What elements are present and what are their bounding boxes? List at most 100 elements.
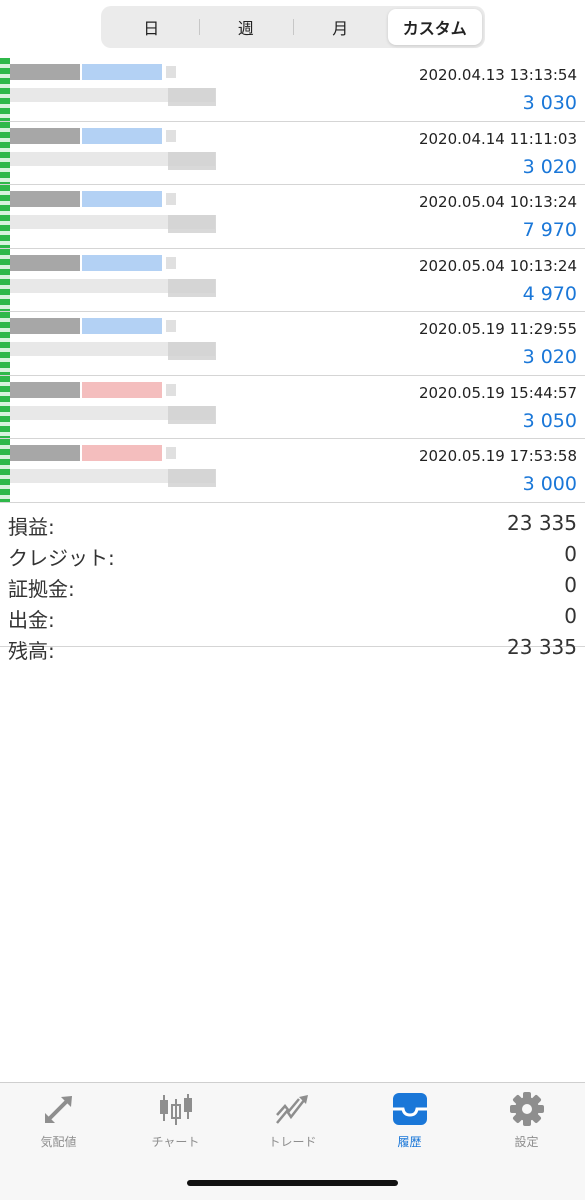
tab-quotes-label: 気配値 [40, 1135, 77, 1149]
tab-settings-label: 設定 [514, 1135, 539, 1149]
segment-month[interactable]: 月 [293, 9, 388, 45]
segment-day[interactable]: 日 [104, 9, 199, 45]
segment-custom[interactable]: カスタム [387, 9, 482, 45]
deal-time: 2020.04.14 11:11:03 [418, 129, 577, 148]
balance-label: 残高: [8, 639, 55, 663]
blurred-symbol [10, 318, 80, 334]
deposit-value: 0 [564, 573, 577, 597]
deal-profit: 3 050 [522, 409, 577, 432]
home-indicator [187, 1180, 398, 1186]
blurred-symbol [10, 191, 80, 207]
summary-row-deposit: 証拠金: 0 [0, 570, 585, 601]
blurred-price-end [168, 88, 216, 106]
deal-time: 2020.05.19 17:53:58 [418, 447, 577, 465]
blurred-volume [166, 193, 176, 205]
segment-week[interactable]: 週 [198, 9, 294, 45]
blurred-deal-type [82, 64, 162, 80]
deal-profit: 3 030 [522, 92, 577, 114]
deal-row[interactable]: 2020.05.04 10:13:24 4 970 [0, 248, 585, 312]
deal-time: 2020.05.04 10:13:24 [418, 256, 577, 275]
summary-row-balance: 残高: 23 335 [0, 632, 585, 663]
deal-row[interactable]: 2020.05.04 10:13:24 7 970 [0, 185, 585, 249]
blurred-deal-type [82, 127, 162, 144]
blurred-volume [166, 447, 176, 459]
tab-history-label: 履歴 [397, 1135, 422, 1149]
deal-accent-bar [0, 185, 10, 248]
settings-gear-icon [509, 1092, 544, 1126]
blurred-price-end [168, 405, 216, 424]
deal-row[interactable]: 2020.04.14 11:11:03 3 020 [0, 121, 585, 185]
deal-profit: 3 000 [522, 473, 577, 495]
deal-profit: 3 020 [522, 155, 577, 178]
tab-history[interactable]: 履歴 [351, 1091, 468, 1161]
deal-accent-bar [0, 248, 10, 311]
blurred-symbol [10, 254, 80, 271]
withdrawal-label: 出金: [8, 608, 55, 632]
blurred-volume [166, 320, 176, 332]
summary-row-credit: クレジット: 0 [0, 539, 585, 570]
blurred-volume [166, 66, 176, 78]
deal-accent-bar [0, 58, 10, 121]
blurred-symbol [10, 127, 80, 144]
deal-row[interactable]: 2020.05.19 15:44:57 3 050 [0, 375, 585, 439]
blurred-deal-type [82, 318, 162, 334]
deal-accent-bar [0, 375, 10, 438]
deal-row[interactable]: 2020.05.19 17:53:58 3 000 [0, 439, 585, 503]
blurred-volume [166, 256, 176, 269]
deal-time: 2020.05.19 11:29:55 [418, 320, 577, 338]
withdrawal-value: 0 [564, 604, 577, 628]
deal-time: 2020.04.13 13:13:54 [418, 66, 577, 84]
tab-trade-label: トレード [268, 1135, 317, 1149]
blurred-symbol-info [0, 185, 225, 248]
blurred-price-end [168, 469, 216, 487]
blurred-deal-type [82, 381, 162, 398]
blurred-symbol [10, 381, 80, 398]
deal-profit: 7 970 [522, 219, 577, 241]
tab-chart[interactable]: チャート [117, 1091, 234, 1161]
blurred-symbol-info [0, 248, 225, 311]
blurred-price-end [168, 215, 216, 233]
deposit-label: 証拠金: [8, 577, 75, 601]
blurred-price-end [168, 342, 216, 360]
profit-label: 損益: [8, 515, 55, 539]
profit-value: 23 335 [507, 511, 577, 535]
blurred-price-end [168, 151, 216, 170]
deal-profit: 4 970 [522, 282, 577, 305]
blurred-volume [166, 383, 176, 396]
summary-panel: 損益: 23 335 クレジット: 0 証拠金: 0 出金: 0 残高: 23 … [0, 508, 585, 663]
credit-value: 0 [564, 542, 577, 566]
credit-label: クレジット: [8, 546, 115, 570]
period-segmented-control: 日 週 月 カスタム [101, 6, 485, 48]
blurred-deal-type [82, 445, 162, 461]
deal-time: 2020.05.19 15:44:57 [418, 383, 577, 402]
blurred-symbol [10, 445, 80, 461]
blurred-deal-type [82, 191, 162, 207]
blurred-price-end [168, 278, 216, 297]
summary-row-withdrawal: 出金: 0 [0, 601, 585, 632]
candlestick-chart-icon [159, 1094, 192, 1125]
blurred-symbol-info [0, 121, 225, 184]
summary-row-profit: 損益: 23 335 [0, 508, 585, 539]
blurred-symbol-info [0, 312, 225, 375]
deal-accent-bar [0, 312, 10, 375]
blurred-symbol [10, 64, 80, 80]
history-inbox-icon [392, 1093, 427, 1125]
deal-accent-bar [0, 121, 10, 184]
blurred-volume [166, 129, 176, 142]
balance-value: 23 335 [507, 635, 577, 659]
tab-settings[interactable]: 設定 [468, 1091, 585, 1161]
deal-row[interactable]: 2020.04.13 13:13:54 3 030 [0, 58, 585, 122]
blurred-symbol-info [0, 439, 225, 502]
quotes-arrows-icon [44, 1096, 72, 1123]
tab-quotes[interactable]: 気配値 [0, 1091, 117, 1161]
deal-row[interactable]: 2020.05.19 11:29:55 3 020 [0, 312, 585, 376]
deal-list: 2020.04.13 13:13:54 3 030 2020.04.14 11:11… [0, 58, 585, 503]
deal-time: 2020.05.04 10:13:24 [418, 193, 577, 211]
deal-profit: 3 020 [522, 346, 577, 368]
blurred-symbol-info [0, 58, 225, 121]
blurred-symbol-info [0, 375, 225, 438]
blurred-deal-type [82, 254, 162, 271]
deal-accent-bar [0, 439, 10, 502]
tab-trade[interactable]: トレード [234, 1091, 351, 1161]
tab-chart-label: チャート [151, 1135, 200, 1149]
